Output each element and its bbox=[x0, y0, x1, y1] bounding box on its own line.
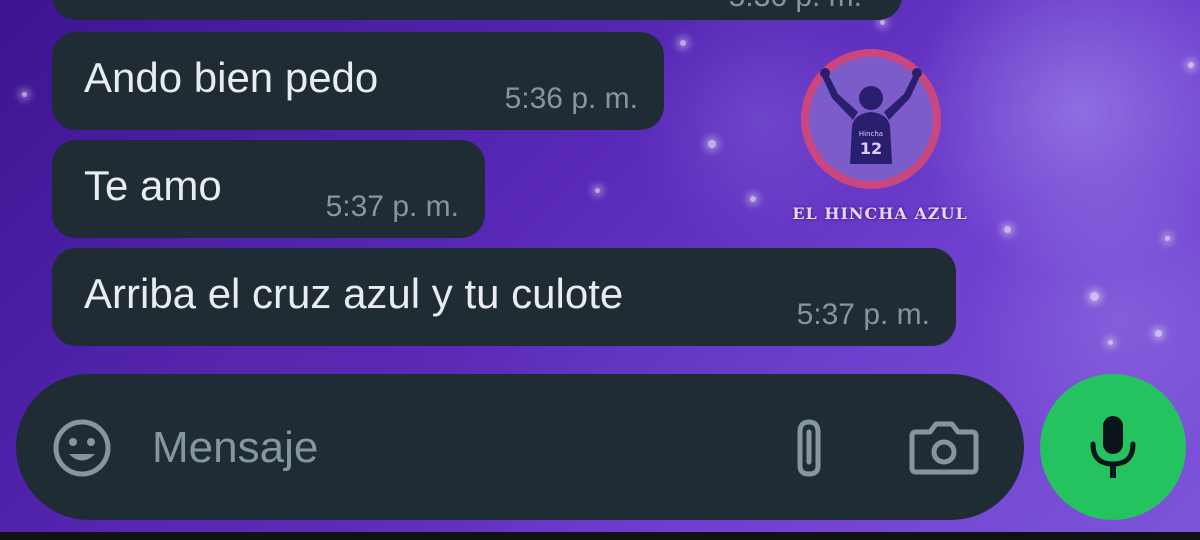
screen-bottom-edge bbox=[0, 532, 1200, 540]
message-bubble[interactable]: Ando bien pedo 5:36 p. m. bbox=[52, 32, 664, 130]
hincha-azul-watermark: Hincha 12 EL HINCHA AZUL bbox=[792, 42, 968, 232]
message-timestamp: 5:36 p. m. bbox=[729, 0, 862, 14]
message-composer bbox=[16, 374, 1024, 520]
paperclip-icon[interactable] bbox=[778, 414, 840, 480]
message-timestamp: 5:37 p. m. bbox=[325, 190, 459, 223]
message-bubble[interactable]: 5:36 p. m. bbox=[52, 0, 902, 20]
message-timestamp: 5:37 p. m. bbox=[796, 298, 930, 331]
microphone-icon bbox=[1090, 416, 1136, 478]
voice-record-button[interactable] bbox=[1040, 374, 1186, 520]
logo-jersey-number: 12 bbox=[860, 139, 882, 158]
message-text: Arriba el cruz azul y tu culote bbox=[84, 270, 624, 317]
logo-jersey-text: Hincha bbox=[859, 130, 883, 138]
message-bubble[interactable]: Te amo 5:37 p. m. bbox=[52, 140, 485, 238]
smiley-face-icon[interactable] bbox=[50, 416, 114, 480]
camera-icon[interactable] bbox=[908, 416, 980, 478]
message-text: Te amo bbox=[84, 162, 222, 209]
message-bubble[interactable]: Arriba el cruz azul y tu culote 5:37 p. … bbox=[52, 248, 956, 346]
watermark-label: EL HINCHA AZUL bbox=[792, 204, 968, 223]
fan-logo-icon: Hincha 12 bbox=[801, 49, 941, 189]
message-text: Ando bien pedo bbox=[84, 54, 379, 101]
message-input[interactable] bbox=[152, 418, 752, 478]
message-timestamp: 5:36 p. m. bbox=[504, 82, 638, 115]
